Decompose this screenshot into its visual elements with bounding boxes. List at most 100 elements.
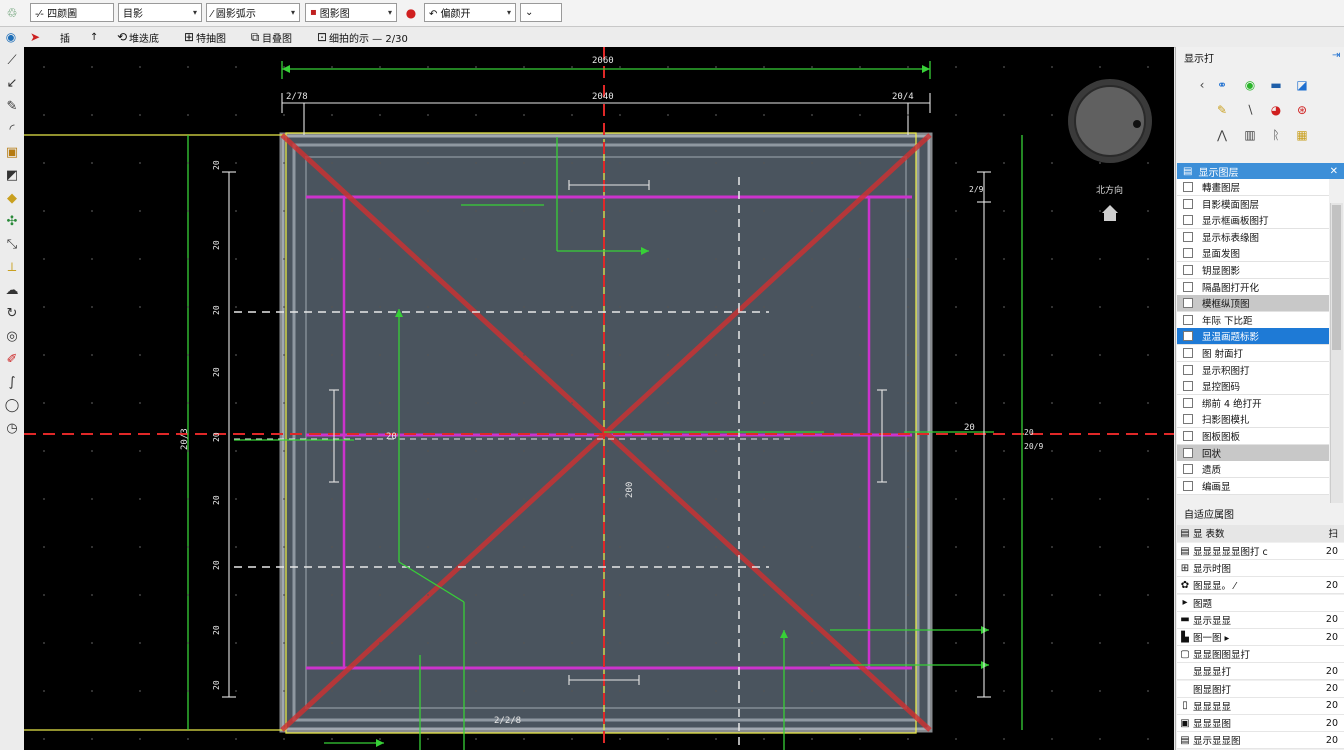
- property-row[interactable]: ▣ 显显显图 20: [1177, 715, 1344, 732]
- line-tool-icon[interactable]: ∖: [1242, 102, 1258, 118]
- record-green-icon[interactable]: ◉: [1242, 77, 1258, 93]
- layer-row[interactable]: 模框纵顶图: [1177, 295, 1329, 313]
- clock-icon[interactable]: ◷: [3, 420, 21, 438]
- pencil-icon[interactable]: ✎: [3, 98, 21, 116]
- layer-checkbox[interactable]: [1183, 348, 1193, 358]
- layer-checkbox[interactable]: [1183, 414, 1193, 425]
- layer-row[interactable]: 绑前 4 绝打开: [1177, 394, 1329, 412]
- target-icon[interactable]: ⊛: [1294, 102, 1310, 118]
- view-compass[interactable]: [1068, 79, 1152, 163]
- toolbar2-item-4[interactable]: ⊞ 特抽图: [182, 28, 226, 46]
- layer-row[interactable]: 遗质: [1177, 461, 1329, 479]
- layer-row[interactable]: 回状: [1177, 444, 1329, 462]
- curve-icon[interactable]: ∫: [3, 374, 21, 392]
- property-row[interactable]: ▯ 显显显显 20: [1177, 697, 1344, 715]
- undo-combo[interactable]: ↶ 偏颜开 ▾: [424, 3, 516, 22]
- property-row[interactable]: ⊞ 显示时图: [1177, 560, 1344, 578]
- layer-checkbox[interactable]: [1183, 182, 1193, 192]
- pencil-icon[interactable]: ✎: [1214, 102, 1230, 118]
- cloud-icon[interactable]: ☁: [3, 282, 21, 300]
- layer-checkbox[interactable]: [1183, 381, 1193, 392]
- layer-checkbox[interactable]: [1183, 464, 1193, 475]
- layer-row[interactable]: 图 射面打: [1177, 345, 1329, 362]
- circle-icon[interactable]: ◎: [3, 328, 21, 346]
- eraser-icon[interactable]: ✐: [3, 351, 21, 369]
- layer-checkbox[interactable]: [1183, 447, 1193, 458]
- layer-row[interactable]: 显示标表缘图: [1177, 228, 1329, 246]
- line-icon[interactable]: ↙: [3, 75, 21, 93]
- layer-checkbox[interactable]: [1183, 198, 1193, 209]
- measure-icon[interactable]: ⟂: [3, 259, 21, 277]
- layer-row[interactable]: 显示框画板图打: [1177, 212, 1329, 230]
- layer-checkbox[interactable]: [1183, 364, 1193, 375]
- layer-checkbox[interactable]: [1183, 281, 1193, 292]
- layer-checkbox[interactable]: [1183, 265, 1193, 275]
- hatch-icon[interactable]: ◩: [3, 167, 21, 185]
- layer-checkbox[interactable]: [1183, 397, 1193, 408]
- scrollbar-thumb[interactable]: [1332, 205, 1341, 350]
- drawing-canvas[interactable]: 2060 2040 2/78 20/4 2/2/8 20 20 20/3 200…: [24, 47, 1174, 750]
- layer-row[interactable]: 显温画题标影: [1177, 328, 1329, 346]
- layer-row[interactable]: 轉畫图层: [1177, 179, 1329, 196]
- layer-row[interactable]: 钥显图影: [1177, 262, 1329, 279]
- pie-icon[interactable]: ◕: [1268, 102, 1284, 118]
- monitor-icon[interactable]: ▬: [1268, 77, 1284, 93]
- toolbar2-item-5[interactable]: ⧉ 目叠图: [248, 28, 292, 46]
- toolbar2-item-6[interactable]: ⊡ 细拍的示 — 2/30: [315, 28, 408, 46]
- move-icon[interactable]: ✣: [3, 213, 21, 231]
- layer-row[interactable]: 显面发图: [1177, 245, 1329, 263]
- layer-row[interactable]: 年际 下比距: [1177, 311, 1329, 329]
- arc-combo[interactable]: ⁄ 圆影弧示 ▾: [206, 3, 300, 22]
- layer-row[interactable]: 扫影图模扎: [1177, 411, 1329, 429]
- layer-scrollbar[interactable]: [1330, 203, 1343, 503]
- scale-icon[interactable]: ⤡: [3, 236, 21, 254]
- toolbar2-item-3[interactable]: ⟲ 堆迭底: [115, 28, 159, 46]
- line-style-combo[interactable]: -⁄- 四颜圖: [30, 3, 114, 22]
- rectangle-icon[interactable]: ▣: [3, 144, 21, 162]
- close-icon[interactable]: ✕: [1330, 166, 1338, 177]
- property-row[interactable]: ▙ 图一图 ▸ 20: [1177, 629, 1344, 646]
- color-combo[interactable]: ▪ 图影图 ▾: [305, 3, 397, 22]
- property-row[interactable]: ✿ 图显显。 ⁄ 20: [1177, 577, 1344, 595]
- layer-checkbox[interactable]: [1183, 480, 1193, 491]
- house-icon[interactable]: [1102, 205, 1118, 221]
- pin-icon[interactable]: ⇥: [1332, 50, 1340, 61]
- property-row[interactable]: 显显显打 20: [1177, 663, 1344, 681]
- property-row[interactable]: ▸ 图题: [1177, 594, 1344, 612]
- text-tool-icon[interactable]: ᚱ: [1268, 127, 1284, 143]
- layer-row[interactable]: 隔晶图打开化: [1177, 278, 1329, 296]
- property-row[interactable]: ▤ 显显显显显图打 c 20: [1177, 543, 1344, 560]
- polyline-icon[interactable]: ⟋: [3, 52, 21, 70]
- layer-checkbox[interactable]: [1183, 331, 1193, 342]
- rotate-icon[interactable]: ↻: [3, 305, 21, 323]
- layer-combo[interactable]: 目影 ▾: [118, 3, 202, 22]
- layer-checkbox[interactable]: [1183, 248, 1193, 259]
- lasso-icon[interactable]: ◯: [3, 397, 21, 415]
- globe-icon[interactable]: ◉: [4, 30, 18, 44]
- link-icon[interactable]: ⚭: [1214, 77, 1230, 93]
- layer-checkbox[interactable]: [1183, 215, 1193, 226]
- screen-icon[interactable]: ◪: [1294, 77, 1310, 93]
- chart-icon[interactable]: ▥: [1242, 127, 1258, 143]
- layer-row[interactable]: 编画显: [1177, 477, 1329, 495]
- toolbar2-item-1[interactable]: 插: [60, 28, 70, 46]
- layer-checkbox[interactable]: [1183, 431, 1193, 441]
- record-icon[interactable]: ●: [404, 6, 418, 20]
- layer-row[interactable]: 显控图码: [1177, 378, 1329, 396]
- figure-icon[interactable]: ⋀: [1214, 127, 1230, 143]
- property-row[interactable]: ▤ 显示显显图 20: [1177, 732, 1344, 750]
- arc-icon[interactable]: ◜: [3, 121, 21, 139]
- toolbar2-item-2[interactable]: ↑: [90, 28, 98, 46]
- arrow-left-icon[interactable]: ‹: [1194, 77, 1210, 93]
- property-row[interactable]: ▢ 显显图图显打: [1177, 646, 1344, 664]
- extra-combo[interactable]: ⌄: [520, 3, 562, 22]
- layer-checkbox[interactable]: [1183, 231, 1193, 242]
- cursor-icon[interactable]: ➤: [28, 30, 42, 44]
- layer-row[interactable]: 图板图板: [1177, 428, 1329, 445]
- property-row[interactable]: ▬ 显示显显 20: [1177, 611, 1344, 629]
- layer-row[interactable]: 显示积图打: [1177, 361, 1329, 379]
- property-row[interactable]: 图显图打 20: [1177, 680, 1344, 698]
- layer-row[interactable]: 目影模面图层: [1177, 195, 1329, 213]
- layer-checkbox[interactable]: [1183, 298, 1193, 309]
- fill-icon[interactable]: ◆: [3, 190, 21, 208]
